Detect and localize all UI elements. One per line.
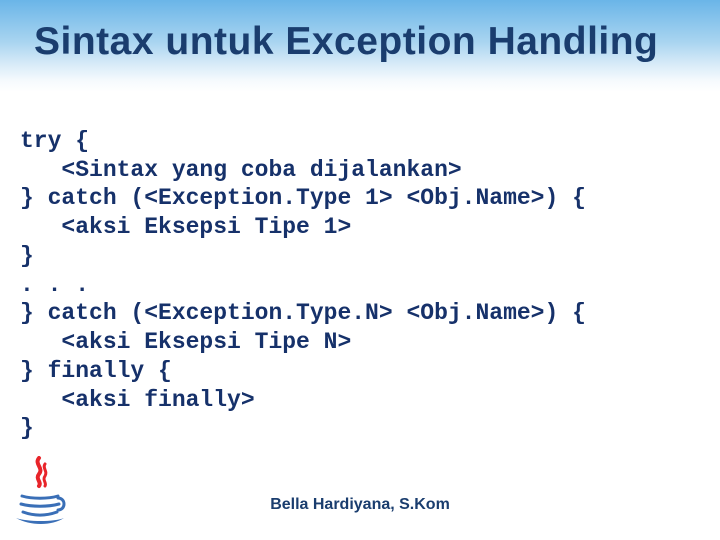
code-line: . . . (20, 272, 89, 298)
code-line: } catch (<Exception.Type 1> <Obj.Name>) … (20, 185, 586, 211)
code-line: } catch (<Exception.Type.N> <Obj.Name>) … (20, 300, 586, 326)
code-line: <aksi finally> (20, 387, 255, 413)
code-line: try { (20, 128, 89, 154)
code-line: <Sintax yang coba dijalankan> (20, 157, 462, 183)
code-line: <aksi Eksepsi Tipe 1> (20, 214, 351, 240)
java-logo-icon (12, 456, 66, 526)
title-bar: Sintax untuk Exception Handling (0, 0, 720, 92)
slide-title: Sintax untuk Exception Handling (0, 0, 720, 64)
code-line: } (20, 415, 34, 441)
code-line: } (20, 243, 34, 269)
code-line: } finally { (20, 358, 172, 384)
code-block: try { <Sintax yang coba dijalankan> } ca… (0, 92, 720, 443)
code-line: <aksi Eksepsi Tipe N> (20, 329, 351, 355)
footer-author: Bella Hardiyana, S.Kom (0, 496, 720, 514)
